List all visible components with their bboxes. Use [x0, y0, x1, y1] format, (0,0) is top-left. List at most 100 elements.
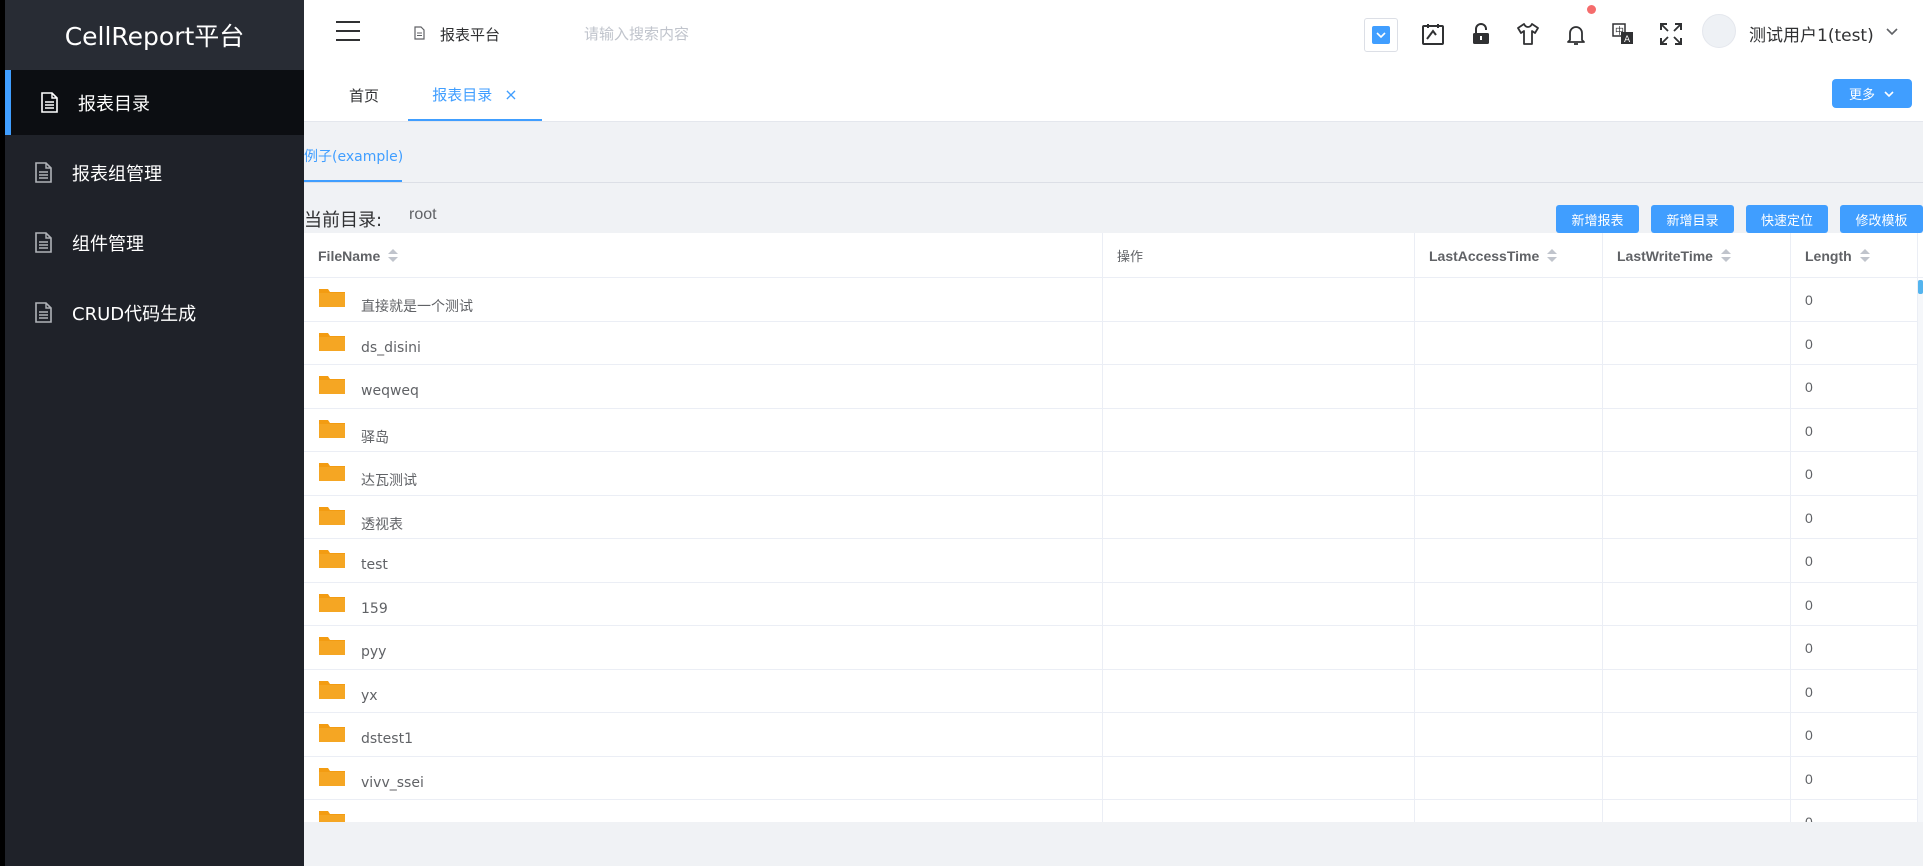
- cell-length: 0: [1791, 626, 1918, 670]
- cell-last-access-time: [1415, 756, 1603, 800]
- table-row[interactable]: yx 0: [304, 669, 1923, 713]
- cell-filename: 直接就是一个测试: [304, 278, 1103, 322]
- sidebar-item-report-directory[interactable]: 报表目录: [5, 70, 304, 135]
- file-name[interactable]: 透视表: [361, 514, 403, 534]
- sidebar-item-crud-generator[interactable]: CRUD代码生成: [5, 280, 304, 345]
- more-button[interactable]: 更多: [1832, 79, 1912, 108]
- folder-icon[interactable]: [318, 460, 346, 482]
- file-name[interactable]: vivv_ssei: [361, 775, 424, 791]
- folder-icon[interactable]: [318, 721, 346, 743]
- theme-color-picker[interactable]: [1364, 18, 1398, 52]
- table-row[interactable]: weqweq 0: [304, 365, 1923, 409]
- tab-label: 报表目录: [432, 86, 493, 104]
- shirt-icon[interactable]: [1515, 21, 1541, 47]
- length-value: 0: [1805, 683, 1813, 700]
- search-input[interactable]: [584, 22, 824, 46]
- menu-icon[interactable]: [336, 21, 360, 41]
- folder-icon[interactable]: [318, 634, 346, 656]
- column-header-last-access-time[interactable]: LastAccessTime: [1415, 233, 1603, 278]
- document-icon: [35, 162, 52, 183]
- table-row[interactable]: 驿岛 0: [304, 408, 1923, 452]
- fullscreen-icon[interactable]: [1658, 21, 1684, 47]
- folder-icon[interactable]: [318, 765, 346, 787]
- user-avatar[interactable]: [1702, 14, 1736, 48]
- table-row[interactable]: ds_disini 0: [304, 321, 1923, 365]
- table-row[interactable]: vivv_ssei 0: [304, 756, 1923, 800]
- tab-report-directory[interactable]: 报表目录 ×: [408, 70, 542, 121]
- folder-icon[interactable]: [318, 417, 346, 439]
- add-directory-button[interactable]: 新增目录: [1651, 205, 1734, 233]
- cell-filename: weqweq: [304, 365, 1103, 409]
- column-header-filename[interactable]: FileName: [304, 233, 1103, 278]
- close-icon[interactable]: ×: [504, 85, 517, 104]
- cell-length: 0: [1791, 452, 1918, 496]
- add-report-button[interactable]: 新增报表: [1556, 205, 1639, 233]
- user-name[interactable]: 测试用户1(test): [1749, 21, 1874, 46]
- length-value: 0: [1805, 640, 1813, 656]
- lock-icon[interactable]: [1468, 21, 1494, 47]
- edit-template-button[interactable]: 修改模板: [1840, 205, 1923, 233]
- tab-example[interactable]: 例子(example): [304, 146, 403, 166]
- tabs-bar: 首页 报表目录 × 更多: [304, 70, 1923, 122]
- table-row[interactable]: dstest1 0: [304, 713, 1923, 757]
- column-header-last-write-time[interactable]: LastWriteTime: [1603, 233, 1791, 278]
- cell-last-write-time: [1603, 669, 1791, 713]
- length-value: 0: [1805, 553, 1813, 569]
- breadcrumb[interactable]: 报表平台: [440, 24, 500, 45]
- sidebar-item-label: CRUD代码生成: [72, 303, 197, 325]
- file-name[interactable]: test: [361, 557, 388, 573]
- app-logo[interactable]: CellReport平台: [5, 0, 304, 70]
- bell-icon[interactable]: [1563, 21, 1589, 47]
- folder-icon[interactable]: [318, 591, 346, 613]
- length-value: 0: [1805, 596, 1813, 613]
- file-name[interactable]: ds_disini: [361, 340, 421, 356]
- cell-last-write-time: [1603, 365, 1791, 409]
- file-name[interactable]: 直接就是一个测试: [361, 296, 473, 316]
- document-icon: [35, 302, 52, 323]
- file-name[interactable]: 驿岛: [361, 427, 389, 447]
- folder-icon[interactable]: [318, 330, 346, 352]
- table-row[interactable]: 直接就是一个测试 0: [304, 278, 1923, 322]
- column-header-length[interactable]: Length: [1791, 233, 1918, 278]
- table-row[interactable]: 0: [304, 800, 1923, 822]
- main-content: 例子(example) 当前目录: root 新增报表 新增目录 快速定位 修改…: [304, 122, 1923, 866]
- table-row[interactable]: pyy 0: [304, 626, 1923, 670]
- table-row[interactable]: 达瓦测试 0: [304, 452, 1923, 496]
- sort-icon[interactable]: [1720, 248, 1731, 263]
- cell-last-write-time: [1603, 321, 1791, 365]
- folder-icon[interactable]: [318, 678, 346, 700]
- scrollbar-thumb[interactable]: [1918, 280, 1923, 294]
- current-directory-value: root: [409, 206, 437, 223]
- quick-locate-button[interactable]: 快速定位: [1746, 205, 1828, 233]
- tab-home[interactable]: 首页: [324, 70, 404, 121]
- sort-icon[interactable]: [1859, 248, 1870, 263]
- sort-icon[interactable]: [1547, 248, 1558, 263]
- lock-screen-icon[interactable]: [1420, 21, 1446, 47]
- file-name[interactable]: pyy: [361, 644, 386, 660]
- translate-icon[interactable]: 中 A: [1610, 21, 1636, 47]
- folder-icon[interactable]: [318, 504, 346, 526]
- table-header: FileName 操作 LastAccessTime LastWriteTime…: [304, 233, 1923, 278]
- cell-last-write-time: [1603, 495, 1791, 539]
- chevron-down-icon[interactable]: [1885, 24, 1899, 38]
- sort-icon[interactable]: [388, 248, 399, 263]
- folder-icon[interactable]: [318, 286, 346, 308]
- table-row[interactable]: test 0: [304, 539, 1923, 583]
- vertical-scrollbar[interactable]: [1918, 280, 1923, 822]
- file-name[interactable]: 达瓦测试: [361, 470, 417, 490]
- cell-filename: 驿岛: [304, 408, 1103, 452]
- table-row[interactable]: 159 0: [304, 582, 1923, 626]
- cell-filename: 达瓦测试: [304, 452, 1103, 496]
- sidebar-item-report-group[interactable]: 报表组管理: [5, 140, 304, 205]
- folder-icon[interactable]: [318, 373, 346, 395]
- cell-last-access-time: [1415, 365, 1603, 409]
- folder-icon[interactable]: [318, 808, 346, 822]
- folder-icon[interactable]: [318, 547, 346, 569]
- sidebar-item-components[interactable]: 组件管理: [5, 210, 304, 275]
- file-name[interactable]: weqweq: [361, 383, 419, 399]
- cell-last-access-time: [1415, 321, 1603, 365]
- table-row[interactable]: 透视表 0: [304, 495, 1923, 539]
- file-name[interactable]: 159: [361, 601, 388, 617]
- file-name[interactable]: yx: [361, 688, 378, 704]
- file-name[interactable]: dstest1: [361, 731, 413, 747]
